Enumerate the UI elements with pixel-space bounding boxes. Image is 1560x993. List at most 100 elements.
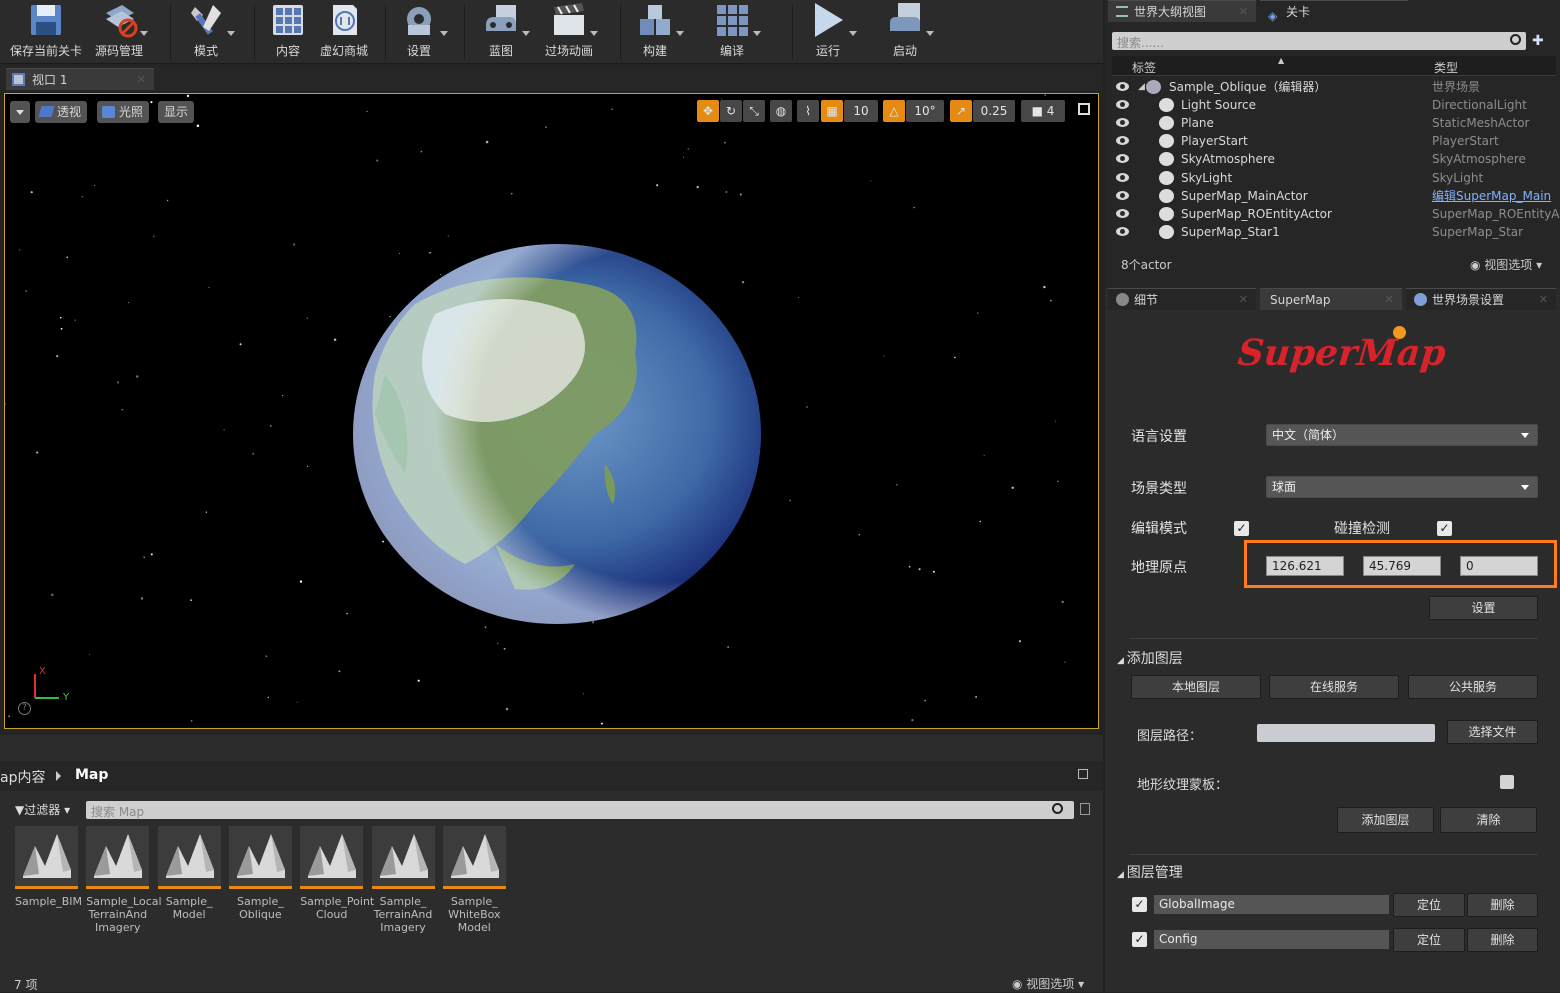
- visibility-eye-icon[interactable]: [1116, 209, 1129, 218]
- play-button[interactable]: 运行: [806, 0, 850, 64]
- grid-snap-icon[interactable]: ▦: [821, 100, 843, 122]
- outliner-row[interactable]: SuperMap_Star1SuperMap_Star: [1112, 223, 1556, 241]
- translate-tool-icon[interactable]: ✥: [697, 100, 719, 122]
- settings-button[interactable]: 设置: [398, 0, 440, 64]
- close-icon[interactable]: ✕: [1385, 289, 1394, 311]
- visibility-eye-icon[interactable]: [1116, 191, 1129, 200]
- outliner-row[interactable]: SkyLightSkyLight: [1112, 169, 1556, 187]
- asset-tile[interactable]: Sample_BIM: [15, 826, 78, 908]
- add-layer-section-header[interactable]: ◢ 添加图层: [1117, 648, 1183, 668]
- launch-button[interactable]: 启动: [882, 0, 928, 64]
- asset-tile[interactable]: Sample_Point Cloud: [300, 826, 363, 921]
- layer-path-input[interactable]: [1257, 724, 1435, 742]
- world-local-icon[interactable]: ◍: [770, 100, 792, 122]
- add-layer-button[interactable]: 添加图层: [1337, 807, 1434, 833]
- view-options-button[interactable]: ◉ 视图选项 ▾: [1012, 975, 1084, 992]
- visibility-eye-icon[interactable]: [1116, 100, 1129, 109]
- outliner-row[interactable]: SuperMap_ROEntityActorSuperMap_ROEntityA…: [1112, 205, 1556, 223]
- lit-button[interactable]: 光照: [97, 101, 149, 123]
- layer-name-field[interactable]: Config: [1154, 930, 1389, 949]
- add-icon[interactable]: ✚: [1532, 33, 1544, 49]
- visibility-eye-icon[interactable]: [1116, 136, 1129, 145]
- close-icon[interactable]: ✕: [1239, 1, 1248, 23]
- collision-checkbox[interactable]: ✓: [1437, 521, 1452, 536]
- asset-tile[interactable]: Sample_ TerrainAnd Imagery: [372, 826, 435, 934]
- layer-management-section-header[interactable]: ◢ 图层管理: [1117, 862, 1183, 882]
- compile-button[interactable]: 编译: [712, 0, 752, 64]
- save-level-button[interactable]: 保存当前关卡: [8, 0, 84, 64]
- outliner-row[interactable]: ◢Sample_Oblique（编辑器）世界场景: [1112, 78, 1556, 96]
- visibility-eye-icon[interactable]: [1116, 173, 1129, 182]
- rotate-tool-icon[interactable]: ↻: [720, 100, 742, 122]
- terrain-mask-checkbox[interactable]: [1500, 775, 1514, 789]
- close-icon[interactable]: ✕: [1239, 289, 1248, 311]
- set-origin-button[interactable]: 设置: [1429, 596, 1538, 620]
- outliner-search-input[interactable]: 搜索......: [1112, 32, 1526, 50]
- layer-visible-checkbox[interactable]: ✓: [1132, 932, 1147, 947]
- close-icon[interactable]: ✕: [1539, 289, 1548, 311]
- expand-arrow-icon[interactable]: ◢: [1138, 78, 1145, 96]
- public-service-button[interactable]: 公共服务: [1408, 675, 1538, 699]
- latitude-input[interactable]: 45.769: [1363, 556, 1441, 576]
- marketplace-button[interactable]: 虚幻商城: [318, 0, 370, 64]
- tab-world-outliner[interactable]: 世界大纲视图✕: [1108, 0, 1256, 22]
- edit-mode-checkbox[interactable]: ✓: [1234, 521, 1249, 536]
- delete-layer-button[interactable]: 删除: [1467, 928, 1538, 952]
- build-button[interactable]: 构建: [636, 0, 674, 64]
- layer-visible-checkbox[interactable]: ✓: [1132, 897, 1147, 912]
- local-layer-button[interactable]: 本地图层: [1131, 675, 1261, 699]
- locate-layer-button[interactable]: 定位: [1393, 893, 1465, 917]
- online-service-button[interactable]: 在线服务: [1269, 675, 1399, 699]
- outliner-row[interactable]: SuperMap_MainActor编辑SuperMap_Main: [1112, 187, 1556, 205]
- tab-levels[interactable]: ◈关卡: [1260, 0, 1408, 22]
- maximize-icon[interactable]: [1078, 103, 1090, 115]
- visibility-eye-icon[interactable]: [1116, 227, 1129, 236]
- outliner-row[interactable]: SkyAtmosphereSkyAtmosphere: [1112, 150, 1556, 168]
- tab-world-settings[interactable]: 世界场景设置✕: [1406, 288, 1556, 310]
- outliner-row[interactable]: Light SourceDirectionalLight: [1112, 96, 1556, 114]
- locate-layer-button[interactable]: 定位: [1393, 928, 1465, 952]
- asset-search-input[interactable]: 搜索 Map: [86, 801, 1074, 819]
- altitude-input[interactable]: 0: [1460, 556, 1538, 576]
- asset-tile[interactable]: Sample_Local TerrainAnd Imagery: [86, 826, 149, 934]
- modes-button[interactable]: 模式: [180, 0, 232, 64]
- asset-tile[interactable]: Sample_ Model: [158, 826, 221, 921]
- cinematics-button[interactable]: 过场动画: [544, 0, 594, 64]
- asset-tile[interactable]: Sample_ WhiteBox Model: [443, 826, 506, 934]
- camera-speed-dropdown[interactable]: ■ 4: [1021, 100, 1065, 122]
- help-icon[interactable]: ?: [18, 702, 31, 715]
- outliner-view-options-button[interactable]: ◉ 视图选项 ▾: [1470, 256, 1542, 273]
- viewport-options-button[interactable]: [10, 101, 30, 123]
- tab-viewport-1[interactable]: 视口 1✕: [6, 68, 154, 90]
- outliner-row[interactable]: PlaneStaticMeshActor: [1112, 114, 1556, 132]
- perspective-button[interactable]: 透视: [35, 101, 87, 123]
- visibility-eye-icon[interactable]: [1116, 118, 1129, 127]
- asset-tile[interactable]: Sample_ Oblique: [229, 826, 292, 921]
- save-search-icon[interactable]: [1080, 803, 1090, 815]
- tab-supermap[interactable]: SuperMap✕: [1260, 288, 1402, 310]
- choose-file-button[interactable]: 选择文件: [1447, 720, 1538, 744]
- visibility-eye-icon[interactable]: [1116, 154, 1129, 163]
- clear-button[interactable]: 清除: [1440, 807, 1537, 833]
- rotation-snap-dropdown[interactable]: 10°: [906, 100, 944, 122]
- filter-button[interactable]: ▼过滤器 ▾: [15, 801, 81, 819]
- lock-icon[interactable]: [1078, 769, 1088, 779]
- language-select[interactable]: 中文（简体）: [1266, 424, 1538, 446]
- close-icon[interactable]: ✕: [137, 69, 146, 91]
- scale-tool-icon[interactable]: ⤡: [743, 100, 765, 122]
- rotation-snap-icon[interactable]: △: [883, 100, 905, 122]
- level-viewport[interactable]: 透视 光照 显示 ✥ ↻ ⤡ ◍ ⌇ ▦ 10 △ 10° ↗ 0.25 ■ 4…: [4, 93, 1099, 729]
- scene-type-select[interactable]: 球面: [1266, 476, 1538, 498]
- source-control-button[interactable]: 源码管理: [92, 0, 146, 64]
- show-button[interactable]: 显示: [158, 101, 194, 123]
- layer-name-field[interactable]: GlobalImage: [1154, 895, 1389, 914]
- delete-layer-button[interactable]: 删除: [1467, 893, 1538, 917]
- visibility-eye-icon[interactable]: [1116, 82, 1129, 91]
- longitude-input[interactable]: 126.621: [1266, 556, 1344, 576]
- surface-snap-icon[interactable]: ⌇: [797, 100, 819, 122]
- scale-snap-icon[interactable]: ↗: [950, 100, 972, 122]
- blueprints-button[interactable]: 蓝图: [478, 0, 524, 64]
- tab-details[interactable]: 细节✕: [1108, 288, 1256, 310]
- grid-size-dropdown[interactable]: 10: [844, 100, 878, 122]
- scale-snap-dropdown[interactable]: 0.25: [973, 100, 1015, 122]
